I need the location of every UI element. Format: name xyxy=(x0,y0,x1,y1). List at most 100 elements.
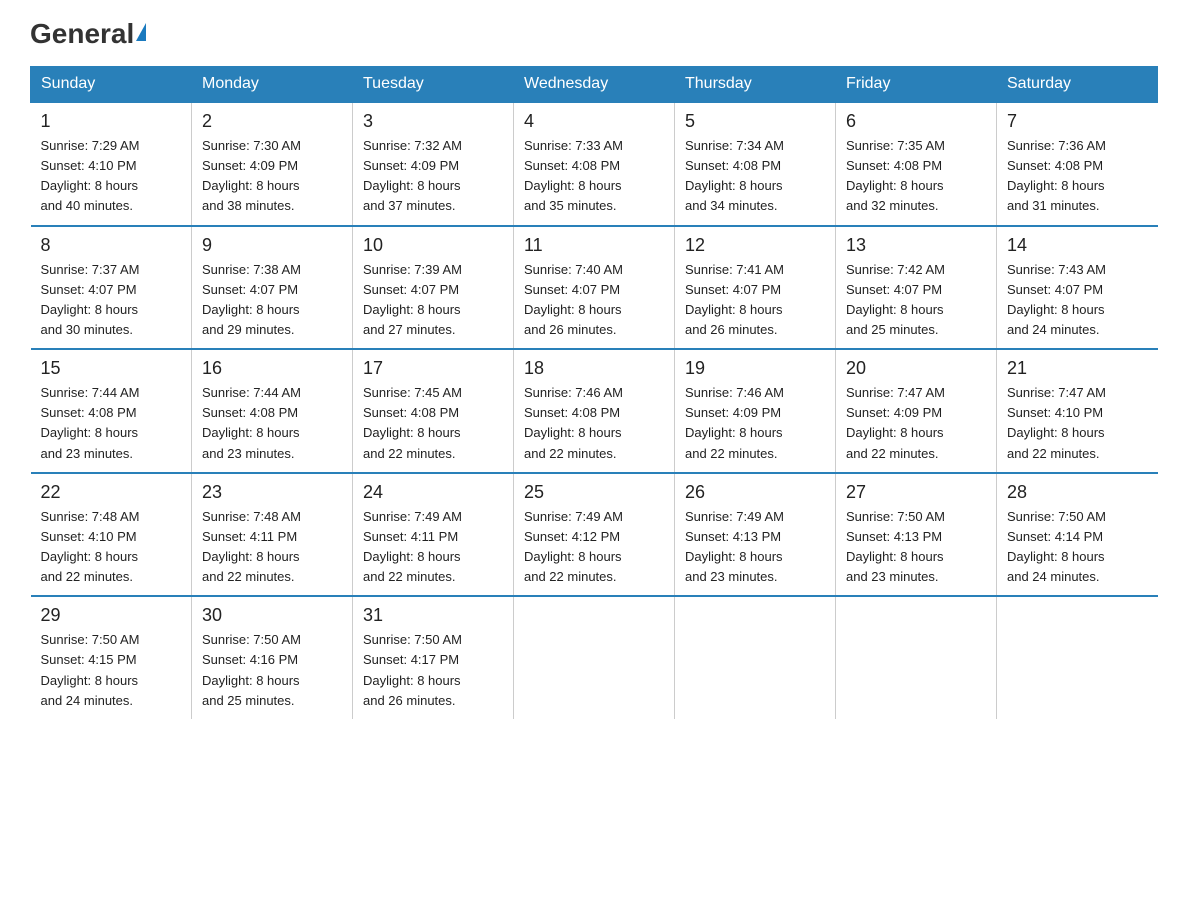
day-number: 25 xyxy=(524,482,664,503)
day-number: 17 xyxy=(363,358,503,379)
calendar-cell: 1 Sunrise: 7:29 AMSunset: 4:10 PMDaylight… xyxy=(31,102,192,226)
calendar-cell xyxy=(514,596,675,719)
calendar-table: SundayMondayTuesdayWednesdayThursdayFrid… xyxy=(30,66,1158,719)
calendar-cell: 10 Sunrise: 7:39 AMSunset: 4:07 PMDayligh… xyxy=(353,226,514,350)
day-info: Sunrise: 7:49 AMSunset: 4:12 PMDaylight:… xyxy=(524,507,664,588)
calendar-cell: 20Sunrise: 7:47 AMSunset: 4:09 PMDayligh… xyxy=(836,349,997,473)
day-number: 15 xyxy=(41,358,182,379)
calendar-cell: 22 Sunrise: 7:48 AMSunset: 4:10 PMDayligh… xyxy=(31,473,192,597)
calendar-cell: 30Sunrise: 7:50 AMSunset: 4:16 PMDayligh… xyxy=(192,596,353,719)
day-info: Sunrise: 7:49 AMSunset: 4:13 PMDaylight:… xyxy=(685,507,825,588)
day-info: Sunrise: 7:46 AMSunset: 4:09 PMDaylight:… xyxy=(685,383,825,464)
calendar-cell: 19 Sunrise: 7:46 AMSunset: 4:09 PMDayligh… xyxy=(675,349,836,473)
day-number: 21 xyxy=(1007,358,1148,379)
calendar-cell: 27Sunrise: 7:50 AMSunset: 4:13 PMDayligh… xyxy=(836,473,997,597)
calendar-cell: 21 Sunrise: 7:47 AMSunset: 4:10 PMDayligh… xyxy=(997,349,1158,473)
day-number: 22 xyxy=(41,482,182,503)
day-number: 8 xyxy=(41,235,182,256)
calendar-week-row: 29Sunrise: 7:50 AMSunset: 4:15 PMDayligh… xyxy=(31,596,1158,719)
day-info: Sunrise: 7:30 AMSunset: 4:09 PMDaylight:… xyxy=(202,136,342,217)
logo: General xyxy=(30,20,146,48)
calendar-cell: 15 Sunrise: 7:44 AMSunset: 4:08 PMDayligh… xyxy=(31,349,192,473)
day-info: Sunrise: 7:43 AMSunset: 4:07 PMDaylight:… xyxy=(1007,260,1148,341)
day-number: 1 xyxy=(41,111,182,132)
calendar-header: SundayMondayTuesdayWednesdayThursdayFrid… xyxy=(31,67,1158,103)
day-info: Sunrise: 7:35 AMSunset: 4:08 PMDaylight:… xyxy=(846,136,986,217)
day-info: Sunrise: 7:36 AMSunset: 4:08 PMDaylight:… xyxy=(1007,136,1148,217)
calendar-cell: 5 Sunrise: 7:34 AMSunset: 4:08 PMDaylight… xyxy=(675,102,836,226)
day-number: 24 xyxy=(363,482,503,503)
calendar-week-row: 15 Sunrise: 7:44 AMSunset: 4:08 PMDayligh… xyxy=(31,349,1158,473)
calendar-week-row: 1 Sunrise: 7:29 AMSunset: 4:10 PMDaylight… xyxy=(31,102,1158,226)
day-number: 3 xyxy=(363,111,503,132)
day-number: 5 xyxy=(685,111,825,132)
day-number: 9 xyxy=(202,235,342,256)
day-number: 27 xyxy=(846,482,986,503)
logo-general-text: General xyxy=(30,20,146,48)
calendar-cell: 3 Sunrise: 7:32 AMSunset: 4:09 PMDaylight… xyxy=(353,102,514,226)
day-info: Sunrise: 7:32 AMSunset: 4:09 PMDaylight:… xyxy=(363,136,503,217)
day-number: 19 xyxy=(685,358,825,379)
header-cell-friday: Friday xyxy=(836,67,997,103)
day-number: 13 xyxy=(846,235,986,256)
header-cell-saturday: Saturday xyxy=(997,67,1158,103)
day-number: 4 xyxy=(524,111,664,132)
day-info: Sunrise: 7:50 AMSunset: 4:14 PMDaylight:… xyxy=(1007,507,1148,588)
calendar-cell: 31 Sunrise: 7:50 AMSunset: 4:17 PMDayligh… xyxy=(353,596,514,719)
day-info: Sunrise: 7:33 AMSunset: 4:08 PMDaylight:… xyxy=(524,136,664,217)
day-number: 23 xyxy=(202,482,342,503)
day-number: 26 xyxy=(685,482,825,503)
calendar-cell: 28Sunrise: 7:50 AMSunset: 4:14 PMDayligh… xyxy=(997,473,1158,597)
day-info: Sunrise: 7:48 AMSunset: 4:10 PMDaylight:… xyxy=(41,507,182,588)
calendar-cell: 12 Sunrise: 7:41 AMSunset: 4:07 PMDayligh… xyxy=(675,226,836,350)
day-number: 18 xyxy=(524,358,664,379)
calendar-cell xyxy=(675,596,836,719)
day-info: Sunrise: 7:41 AMSunset: 4:07 PMDaylight:… xyxy=(685,260,825,341)
day-number: 6 xyxy=(846,111,986,132)
day-info: Sunrise: 7:50 AMSunset: 4:15 PMDaylight:… xyxy=(41,630,182,711)
calendar-cell: 17Sunrise: 7:45 AMSunset: 4:08 PMDayligh… xyxy=(353,349,514,473)
calendar-cell: 29Sunrise: 7:50 AMSunset: 4:15 PMDayligh… xyxy=(31,596,192,719)
day-info: Sunrise: 7:47 AMSunset: 4:10 PMDaylight:… xyxy=(1007,383,1148,464)
day-number: 16 xyxy=(202,358,342,379)
day-number: 14 xyxy=(1007,235,1148,256)
day-number: 2 xyxy=(202,111,342,132)
day-info: Sunrise: 7:44 AMSunset: 4:08 PMDaylight:… xyxy=(41,383,182,464)
calendar-cell: 13 Sunrise: 7:42 AMSunset: 4:07 PMDayligh… xyxy=(836,226,997,350)
day-info: Sunrise: 7:46 AMSunset: 4:08 PMDaylight:… xyxy=(524,383,664,464)
calendar-cell: 16 Sunrise: 7:44 AMSunset: 4:08 PMDayligh… xyxy=(192,349,353,473)
header-cell-tuesday: Tuesday xyxy=(353,67,514,103)
day-info: Sunrise: 7:39 AMSunset: 4:07 PMDaylight:… xyxy=(363,260,503,341)
header-cell-wednesday: Wednesday xyxy=(514,67,675,103)
calendar-cell: 18 Sunrise: 7:46 AMSunset: 4:08 PMDayligh… xyxy=(514,349,675,473)
day-info: Sunrise: 7:38 AMSunset: 4:07 PMDaylight:… xyxy=(202,260,342,341)
header-cell-monday: Monday xyxy=(192,67,353,103)
calendar-cell: 4 Sunrise: 7:33 AMSunset: 4:08 PMDaylight… xyxy=(514,102,675,226)
day-info: Sunrise: 7:29 AMSunset: 4:10 PMDaylight:… xyxy=(41,136,182,217)
header-cell-thursday: Thursday xyxy=(675,67,836,103)
page-header: General xyxy=(30,20,1158,48)
day-info: Sunrise: 7:44 AMSunset: 4:08 PMDaylight:… xyxy=(202,383,342,464)
calendar-cell: 6 Sunrise: 7:35 AMSunset: 4:08 PMDaylight… xyxy=(836,102,997,226)
header-row: SundayMondayTuesdayWednesdayThursdayFrid… xyxy=(31,67,1158,103)
day-number: 12 xyxy=(685,235,825,256)
day-info: Sunrise: 7:50 AMSunset: 4:16 PMDaylight:… xyxy=(202,630,342,711)
day-info: Sunrise: 7:47 AMSunset: 4:09 PMDaylight:… xyxy=(846,383,986,464)
calendar-cell: 26 Sunrise: 7:49 AMSunset: 4:13 PMDayligh… xyxy=(675,473,836,597)
header-cell-sunday: Sunday xyxy=(31,67,192,103)
day-number: 31 xyxy=(363,605,503,626)
calendar-cell: 14 Sunrise: 7:43 AMSunset: 4:07 PMDayligh… xyxy=(997,226,1158,350)
day-info: Sunrise: 7:42 AMSunset: 4:07 PMDaylight:… xyxy=(846,260,986,341)
calendar-cell: 9 Sunrise: 7:38 AMSunset: 4:07 PMDaylight… xyxy=(192,226,353,350)
day-info: Sunrise: 7:34 AMSunset: 4:08 PMDaylight:… xyxy=(685,136,825,217)
day-info: Sunrise: 7:50 AMSunset: 4:17 PMDaylight:… xyxy=(363,630,503,711)
calendar-cell: 24Sunrise: 7:49 AMSunset: 4:11 PMDayligh… xyxy=(353,473,514,597)
day-number: 10 xyxy=(363,235,503,256)
logo-triangle-icon xyxy=(136,23,146,41)
calendar-body: 1 Sunrise: 7:29 AMSunset: 4:10 PMDaylight… xyxy=(31,102,1158,719)
calendar-cell xyxy=(836,596,997,719)
day-number: 7 xyxy=(1007,111,1148,132)
day-info: Sunrise: 7:48 AMSunset: 4:11 PMDaylight:… xyxy=(202,507,342,588)
calendar-cell: 23 Sunrise: 7:48 AMSunset: 4:11 PMDayligh… xyxy=(192,473,353,597)
day-info: Sunrise: 7:37 AMSunset: 4:07 PMDaylight:… xyxy=(41,260,182,341)
